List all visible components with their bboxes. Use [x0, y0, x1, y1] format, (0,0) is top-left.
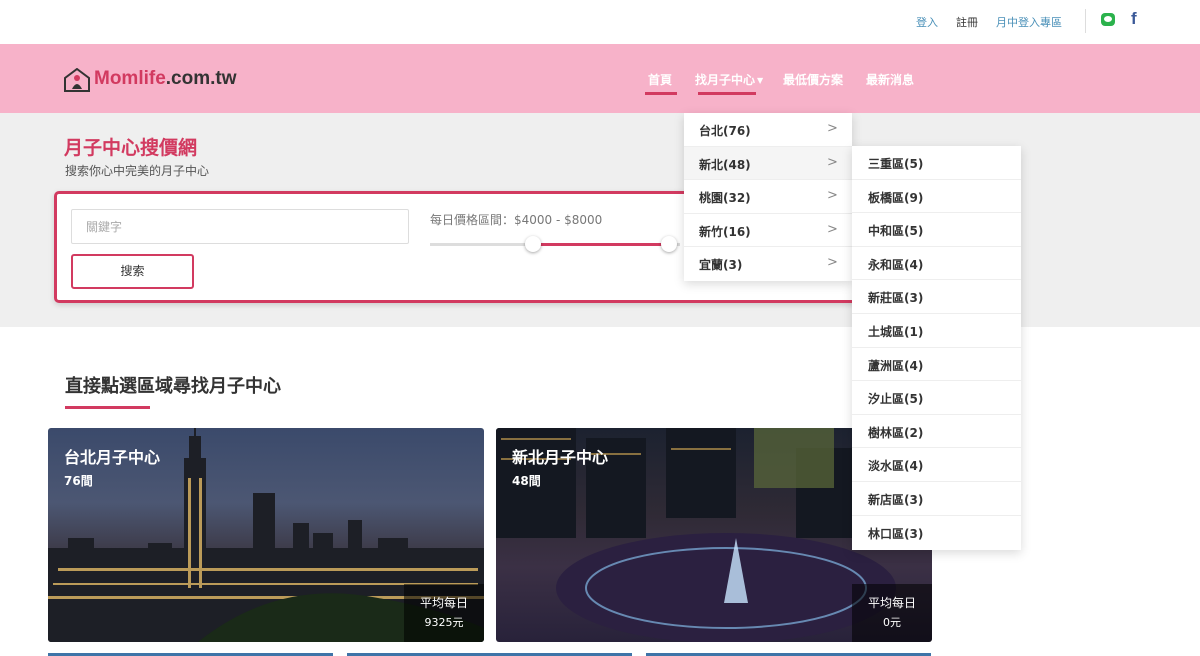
dropdown-item-taipei[interactable]: 台北(76) >: [684, 113, 852, 147]
login-link[interactable]: 登入: [916, 14, 938, 30]
avg-price-box: 平均每日 9325元: [404, 584, 484, 642]
region-dropdown-menu: 台北(76) > 新北(48) > 桃園(32) > 新竹(16) > 宜蘭(3…: [684, 113, 852, 281]
caret-down-icon: ▼: [757, 76, 764, 85]
dropdown-item-new-taipei[interactable]: 新北(48) >: [684, 146, 852, 181]
district-item[interactable]: 新莊區(3): [852, 280, 1021, 314]
card-title: 新北月子中心: [512, 448, 609, 467]
price-range-label: 每日價格區間：$4000 - $8000: [430, 213, 603, 227]
register-link[interactable]: 註冊: [956, 14, 978, 30]
card-title: 台北月子中心: [64, 448, 161, 467]
dropdown-item-label: 新竹(16): [699, 224, 751, 239]
avg-price-label: 平均每日: [867, 596, 916, 610]
dropdown-item-label: 台北(76): [699, 124, 751, 138]
chevron-right-icon: >: [827, 121, 838, 136]
district-label: 中和區(5): [868, 224, 924, 239]
district-item[interactable]: 土城區(1): [852, 314, 1021, 348]
district-item[interactable]: 中和區(5): [852, 213, 1021, 247]
chevron-right-icon: >: [827, 221, 838, 237]
avg-price-label: 平均每日: [419, 596, 468, 610]
dropdown-item-label: 新北(48): [699, 157, 751, 172]
line-icon[interactable]: [1101, 13, 1115, 26]
nav-home[interactable]: 首頁: [648, 71, 672, 88]
district-label: 新店區(3): [868, 493, 924, 507]
dropdown-item-label: 宜蘭(3): [699, 258, 743, 273]
hero-title: 月子中心搜價網: [64, 137, 198, 159]
dropdown-item-label: 桃園(32): [699, 191, 751, 206]
district-item[interactable]: 板橋區(9): [852, 180, 1021, 214]
district-label: 林口區(3): [868, 526, 924, 541]
nav-lowest-price[interactable]: 最低價方案: [783, 71, 843, 88]
main-header: Momlife.com.tw 首頁 找月子中心 ▼ 最低價方案 最新消息: [0, 44, 1200, 113]
price-slider-range: [531, 243, 671, 246]
new-taipei-district-submenu: 三重區(5) 板橋區(9) 中和區(5) 永和區(4) 新莊區(3) 土城區(1…: [852, 146, 1021, 550]
dropdown-item-hsinchu[interactable]: 新竹(16) >: [684, 214, 852, 248]
district-item[interactable]: 汐止區(5): [852, 381, 1021, 415]
section-title-underline: [65, 406, 150, 409]
avg-price-value: 9325元: [424, 616, 464, 629]
district-label: 淡水區(4): [868, 459, 924, 474]
facebook-icon[interactable]: f: [1131, 9, 1137, 29]
nav-center-underline: [698, 92, 756, 95]
district-item[interactable]: 樹林區(2): [852, 415, 1021, 449]
district-label: 蘆洲區(4): [868, 358, 924, 373]
avg-price-value: 0元: [883, 616, 901, 629]
district-label: 板橋區(9): [868, 190, 924, 205]
district-label: 永和區(4): [868, 257, 924, 272]
chevron-right-icon: >: [827, 188, 838, 204]
search-button[interactable]: 搜索: [71, 254, 194, 289]
district-label: 樹林區(2): [868, 425, 924, 440]
district-item[interactable]: 淡水區(4): [852, 448, 1021, 482]
district-item[interactable]: 林口區(3): [852, 516, 1021, 550]
district-item[interactable]: 蘆洲區(4): [852, 348, 1021, 382]
center-login-link[interactable]: 月中登入專區: [996, 14, 1062, 30]
chevron-right-icon: >: [827, 154, 838, 170]
dropdown-item-taoyuan[interactable]: 桃園(32) >: [684, 180, 852, 214]
hero-subtitle: 搜索你心中完美的月子中心: [65, 164, 210, 178]
district-label: 汐止區(5): [868, 392, 924, 407]
nav-news[interactable]: 最新消息: [866, 71, 914, 88]
district-label: 土城區(1): [868, 325, 924, 339]
logo-text: Momlife.com.tw: [94, 68, 237, 89]
district-label: 新莊區(3): [868, 291, 924, 306]
district-item[interactable]: 永和區(4): [852, 247, 1021, 281]
chevron-right-icon: >: [827, 255, 838, 271]
price-slider-min-handle[interactable]: [525, 236, 541, 252]
regions-section-title: 直接點選區域尋找月子中心: [65, 376, 281, 397]
district-item[interactable]: 新店區(3): [852, 482, 1021, 516]
dropdown-item-yilan[interactable]: 宜蘭(3) >: [684, 247, 852, 281]
card-count: 76間: [64, 474, 93, 488]
house-logo-icon: [64, 68, 90, 92]
avg-price-box: 平均每日 0元: [852, 584, 932, 642]
keyword-input[interactable]: [71, 209, 409, 244]
top-utility-bar: 登入 註冊 月中登入專區 f: [0, 0, 1200, 44]
district-label: 三重區(5): [868, 157, 924, 171]
district-item[interactable]: 三重區(5): [852, 146, 1021, 180]
nav-find-center[interactable]: 找月子中心 ▼: [695, 71, 763, 88]
price-slider-max-handle[interactable]: [661, 236, 677, 252]
region-card-taipei[interactable]: 台北月子中心 76間 平均每日 9325元: [48, 428, 484, 642]
card-count: 48間: [512, 474, 541, 488]
topbar-divider: [1085, 9, 1086, 33]
nav-home-underline: [645, 92, 677, 95]
